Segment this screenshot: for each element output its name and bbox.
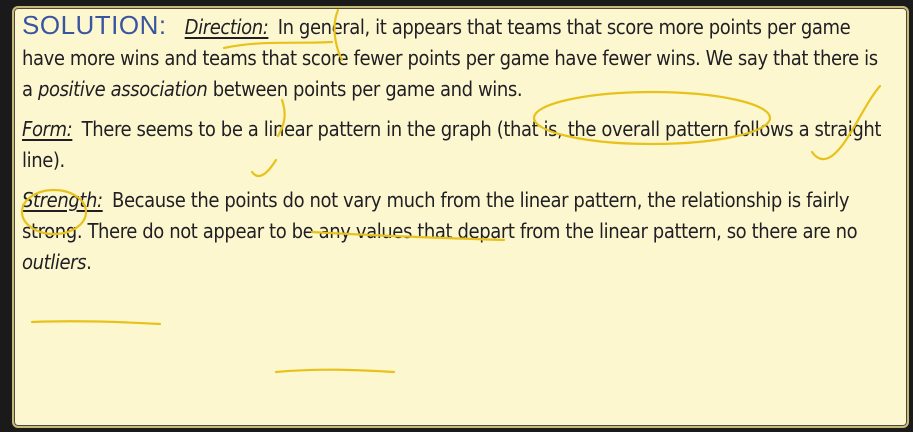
direction-text-2: between points per game and wins.: [207, 77, 523, 101]
solution-text: SOLUTION: Direction: In general, it appea…: [22, 10, 892, 287]
form-paragraph: Form: There seems to be a linear pattern…: [22, 114, 892, 176]
video-frame: SOLUTION: Direction: In general, it appea…: [0, 0, 913, 432]
form-label: Form:: [22, 117, 73, 141]
direction-paragraph: SOLUTION: Direction: In general, it appea…: [22, 10, 892, 105]
strength-text-2: .: [86, 250, 92, 274]
form-text: There seems to be a linear pattern in th…: [22, 117, 882, 172]
strength-term: outliers: [22, 250, 87, 274]
solution-heading: SOLUTION:: [22, 10, 167, 40]
strength-paragraph: Strength: Because the points do not vary…: [22, 185, 892, 278]
strength-text-1: Because the points do not vary much from…: [22, 188, 858, 243]
direction-term: positive association: [37, 77, 208, 101]
strength-label: Strength:: [22, 188, 103, 212]
direction-label: Direction:: [184, 15, 269, 39]
